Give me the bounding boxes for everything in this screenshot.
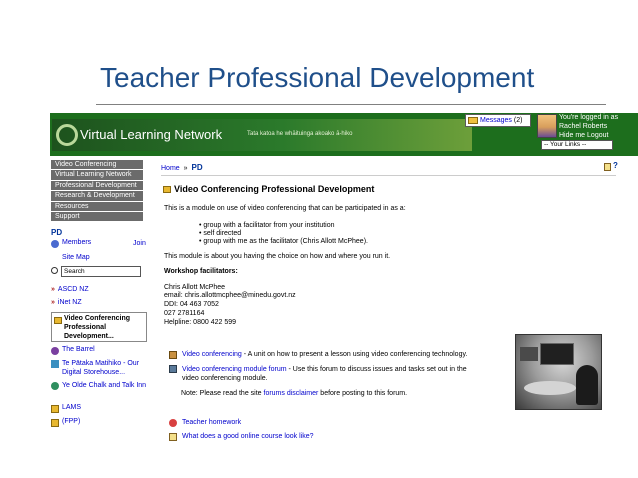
resource-row: Video conferencing module forum - Use th… (169, 365, 467, 383)
site-map-link[interactable]: Site Map (62, 254, 90, 261)
messages-link[interactable]: Messages (480, 117, 512, 124)
resource-description: video conferencing module. (182, 375, 268, 382)
folder-icon (54, 317, 62, 324)
resource-link-video-conferencing[interactable]: Video conferencing (182, 351, 242, 358)
facilitators-heading: Workshop facilitators: (164, 268, 238, 275)
storehouse-icon (51, 360, 59, 368)
search-row: Search (51, 266, 141, 277)
envelope-icon (468, 117, 478, 124)
sidebar-heading: PD (51, 228, 63, 237)
nav-virtual-learning-network[interactable]: Virtual Learning Network (51, 170, 143, 181)
nav-video-conferencing[interactable]: Video Conferencing (51, 160, 143, 171)
messages-count: (2) (513, 117, 523, 124)
sidebar-link-ascd[interactable]: ASCD NZ (58, 286, 89, 293)
module-title-text: Video Conferencing Professional Developm… (174, 184, 375, 194)
resource-row: Teacher homework (169, 419, 241, 427)
barrel-icon (51, 347, 59, 355)
bullet-item: • group with me as the facilitator (Chri… (199, 238, 368, 245)
breadcrumb-divider (161, 175, 616, 176)
resource-row: Video conferencing - A unit on how to pr… (169, 351, 467, 359)
contact-email: email: chris.allottmcphee@minedu.govt.nz (164, 292, 296, 299)
title-divider (96, 104, 606, 105)
resource-link-forum[interactable]: Video conferencing module forum (182, 366, 287, 373)
nav-support[interactable]: Support (51, 211, 143, 223)
bullet-item: • self directed (199, 230, 242, 237)
assignment-icon (169, 419, 177, 427)
sidebar-link-row: LAMS (51, 404, 81, 413)
search-input[interactable]: Search (61, 266, 141, 277)
resource-row: What does a good online course look like… (169, 433, 314, 441)
document-icon (169, 433, 177, 441)
sidebar-link-pataka[interactable]: Te Pātaka Matihiko - Our Digital Storeho… (62, 359, 149, 377)
sidebar-link-lams[interactable]: LAMS (62, 404, 81, 411)
sidebar-link-inet[interactable]: iNet NZ (58, 299, 82, 306)
user-name[interactable]: Rachel Roberts (559, 122, 618, 131)
sidebar-link-chalk-talk[interactable]: Ye Olde Chalk and Talk Inn (62, 381, 146, 390)
forum-note: Note: Please read the site forums discla… (181, 390, 408, 397)
your-links-select[interactable]: -- Your Links -- (541, 140, 613, 150)
sidebar-link-row: Te Pātaka Matihiko - Our Digital Storeho… (51, 359, 149, 377)
resource-description: - A unit on how to present a lesson usin… (241, 351, 468, 358)
members-link[interactable]: Members (62, 239, 91, 246)
resource-link-good-online-course[interactable]: What does a good online course look like… (182, 433, 314, 440)
sidebar-link-row: » iNet NZ (51, 299, 82, 306)
sidebar-link-row: » ASCD NZ (51, 286, 89, 293)
video-conference-photo (515, 334, 602, 410)
members-row: Members (51, 239, 91, 248)
members-icon (51, 240, 59, 248)
resource-link-teacher-homework[interactable]: Teacher homework (182, 419, 241, 426)
messages-button[interactable]: Messages (2) (465, 114, 531, 127)
bullet-item: • group with a facilitator from your ins… (199, 222, 335, 229)
user-info: You're logged in as Rachel Roberts Hide … (559, 113, 618, 140)
logged-in-text: You're logged in as (559, 114, 619, 121)
site-logo[interactable]: Virtual Learning Network Tata katoa he w… (52, 119, 472, 151)
sidebar-link-barrel[interactable]: The Barrel (62, 346, 95, 353)
chalk-talk-icon (51, 382, 59, 390)
document-icon[interactable] (604, 163, 611, 171)
chevron-right-icon: » (51, 286, 55, 293)
folder-icon (51, 419, 59, 427)
resource-description: - Use this forum to discuss issues and t… (286, 366, 467, 373)
breadcrumb: Home » PD (161, 163, 203, 172)
module-intro: This is a module on use of video confere… (164, 205, 406, 212)
sidebar: PD Members Join Site Map Search » ASCD N… (51, 228, 151, 427)
module-choice-text: This module is about you having the choi… (164, 253, 391, 260)
folder-icon (163, 186, 171, 193)
nav-professional-development[interactable]: Professional Development (51, 180, 143, 192)
page-marker: ? (613, 161, 618, 170)
search-icon (51, 267, 58, 274)
sidebar-active-item[interactable]: Video Conferencing Professional Developm… (51, 312, 147, 342)
nav-resources[interactable]: Resources (51, 201, 143, 212)
breadcrumb-home[interactable]: Home (161, 165, 180, 172)
module-title: Video Conferencing Professional Developm… (163, 184, 374, 194)
main-nav: Video Conferencing Virtual Learning Netw… (51, 160, 143, 223)
sidebar-link-fpp[interactable]: (FPP) (62, 418, 80, 425)
package-icon (169, 351, 177, 359)
contact-mobile: 027 2781164 (164, 310, 205, 317)
hide-me-link[interactable]: Hide me (559, 132, 585, 139)
contact-helpline: Helpline: 0800 422 599 (164, 319, 237, 326)
site-map-row: Site Map (62, 254, 90, 261)
koru-logo-icon (56, 124, 78, 146)
chevron-right-icon: » (51, 299, 55, 306)
sidebar-link-row: The Barrel (51, 346, 95, 355)
user-avatar[interactable] (537, 114, 557, 138)
site-name: Virtual Learning Network (80, 127, 223, 142)
active-item-label: Video Conferencing Professional Developm… (64, 315, 130, 340)
join-link[interactable]: Join (133, 240, 146, 247)
slide-title: Teacher Professional Development (100, 62, 535, 93)
folder-icon (51, 405, 59, 413)
sidebar-link-row: Ye Olde Chalk and Talk Inn (51, 381, 149, 390)
contact-ddi: DDI: 04 463 7052 (164, 301, 219, 308)
forum-icon (169, 365, 177, 373)
site-tagline: Tata katoa he whāituinga akoako ā-hiko (247, 131, 353, 137)
logout-link[interactable]: Logout (587, 132, 608, 139)
forums-disclaimer-link[interactable]: forums disclaimer (264, 390, 319, 397)
contact-name: Chris Allott McPhee (164, 284, 226, 291)
breadcrumb-separator: » (183, 165, 188, 172)
breadcrumb-current: PD (191, 163, 203, 172)
nav-research-development[interactable]: Research & Development (51, 191, 143, 202)
sidebar-link-row: (FPP) (51, 418, 80, 427)
